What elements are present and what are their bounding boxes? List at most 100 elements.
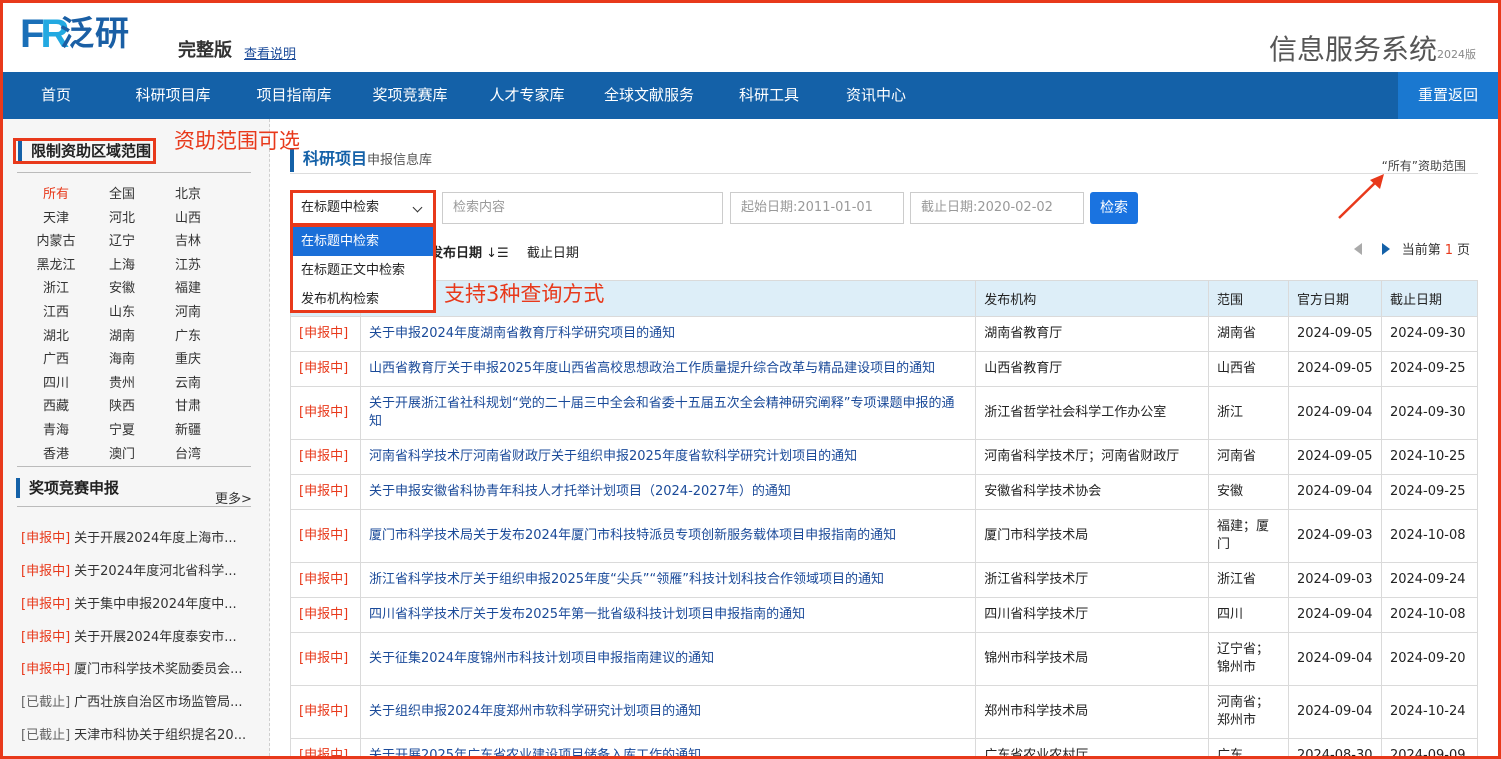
row-org: 湖南省教育厅 xyxy=(975,316,1210,352)
region-item[interactable]: 台湾 xyxy=(155,443,221,462)
table-row[interactable]: [申报中] 关于征集2024年度锦州市科技计划项目申报指南建议的通知 锦州市科学技术… xyxy=(290,632,1479,686)
dropdown-option-org[interactable]: 发布机构检索 xyxy=(293,285,433,314)
row-title-link[interactable]: 关于组织申报2024年度郑州市软科学研究计划项目的通知 xyxy=(359,685,977,739)
table-row[interactable]: [申报中] 关于申报安徽省科协青年科技人才托举计划项目（2024-2027年）的通… xyxy=(290,474,1479,510)
region-item[interactable]: 全国 xyxy=(89,183,155,202)
region-item-all[interactable]: 所有 xyxy=(23,183,89,202)
table-row[interactable]: [申报中] 浙江省科学技术厅关于组织申报2025年度“尖兵”“领雁”科技计划科技合… xyxy=(290,562,1479,598)
start-date-field[interactable]: 起始日期:2011-01-01 xyxy=(730,192,904,224)
row-title-link[interactable]: 关于开展2025年广东省农业建设项目储备入库工作的通知 xyxy=(359,738,977,759)
news-item[interactable]: [申报中] 关于2024年度河北省科学... xyxy=(21,560,261,579)
table-row[interactable]: [申报中] 厦门市科学技术局关于发布2024年厦门市科技特派员专项创新服务载体项目… xyxy=(290,509,1479,563)
row-title-link[interactable]: 关于申报2024年度湖南省教育厅科学研究项目的通知 xyxy=(359,316,977,352)
next-page-icon[interactable] xyxy=(1381,243,1390,255)
region-item[interactable]: 吉林 xyxy=(155,230,221,249)
region-item[interactable]: 天津 xyxy=(23,207,89,226)
region-item[interactable]: 青海 xyxy=(23,419,89,438)
region-title-highlight: 限制资助区域范围 xyxy=(13,138,157,164)
column-header-deadline[interactable]: 截止日期 xyxy=(1380,280,1479,317)
region-item[interactable]: 广东 xyxy=(155,325,221,344)
row-title-link[interactable]: 关于开展浙江省社科规划“党的二十届三中全会和省委十五届五次全会精神研究阐释”专项… xyxy=(359,386,977,440)
table-row[interactable]: [申报中] 山西省教育厅关于申报2025年度山西省高校思想政治工作质量提升综合改革… xyxy=(290,351,1479,387)
prev-page-icon[interactable] xyxy=(1353,243,1362,255)
region-item[interactable]: 山西 xyxy=(155,207,221,226)
region-item[interactable]: 北京 xyxy=(155,183,221,202)
region-item[interactable]: 广西 xyxy=(23,348,89,367)
region-item[interactable]: 浙江 xyxy=(23,277,89,296)
region-item[interactable]: 贵州 xyxy=(89,372,155,391)
region-item[interactable]: 山东 xyxy=(89,301,155,320)
news-item[interactable]: [申报中] 厦门市科学技术奖励委员会... xyxy=(21,658,261,677)
region-item[interactable]: 香港 xyxy=(23,443,89,462)
region-item[interactable]: 黑龙江 xyxy=(23,254,89,273)
row-title-link[interactable]: 浙江省科学技术厅关于组织申报2025年度“尖兵”“领雁”科技计划科技合作领域项目… xyxy=(359,562,977,598)
row-status: [申报中] xyxy=(290,386,361,440)
region-item[interactable]: 福建 xyxy=(155,277,221,296)
region-item[interactable]: 河南 xyxy=(155,301,221,320)
region-item[interactable]: 上海 xyxy=(89,254,155,273)
table-row[interactable]: [申报中] 河南省科学技术厅河南省财政厅关于组织申报2025年度省软科学研究计划项… xyxy=(290,439,1479,475)
row-title-link[interactable]: 关于申报安徽省科协青年科技人才托举计划项目（2024-2027年）的通知 xyxy=(359,474,977,510)
region-item[interactable]: 内蒙古 xyxy=(23,230,89,249)
logo[interactable]: FR 泛研 xyxy=(20,12,144,56)
dropdown-option-fulltext[interactable]: 在标题正文中检索 xyxy=(293,256,433,285)
sort-by-publish-date[interactable]: 发布日期 xyxy=(430,246,482,261)
region-item[interactable]: 江苏 xyxy=(155,254,221,273)
sort-by-deadline[interactable]: 截止日期 xyxy=(527,246,579,261)
region-item[interactable]: 湖南 xyxy=(89,325,155,344)
row-title-link[interactable]: 厦门市科学技术局关于发布2024年厦门市科技特派员专项创新服务载体项目申报指南的… xyxy=(359,509,977,563)
guide-link[interactable]: 查看说明 xyxy=(244,43,296,62)
nav-item-projects[interactable]: 科研项目库 xyxy=(109,72,237,119)
search-button[interactable]: 检索 xyxy=(1090,192,1138,224)
row-title-link[interactable]: 山西省教育厅关于申报2025年度山西省高校思想政治工作质量提升综合改革与精品建设… xyxy=(359,351,977,387)
region-item[interactable]: 海南 xyxy=(89,348,155,367)
nav-item-awards[interactable]: 奖项竞赛库 xyxy=(351,72,469,119)
region-item[interactable]: 四川 xyxy=(23,372,89,391)
region-item[interactable]: 甘肃 xyxy=(155,395,221,414)
region-item[interactable]: 西藏 xyxy=(23,395,89,414)
region-item[interactable]: 湖北 xyxy=(23,325,89,344)
news-item[interactable]: [已截止] 天津市科协关于组织提名20... xyxy=(21,724,261,743)
news-item[interactable]: [申报中] 关于开展2024年度泰安市... xyxy=(21,626,261,645)
region-item[interactable]: 新疆 xyxy=(155,419,221,438)
end-date-field[interactable]: 截止日期:2020-02-02 xyxy=(910,192,1084,224)
row-pub-date: 2024-09-04 xyxy=(1287,685,1382,739)
nav-item-tools[interactable]: 科研工具 xyxy=(713,72,825,119)
row-title-link[interactable]: 关于征集2024年度锦州市科技计划项目申报指南建议的通知 xyxy=(359,632,977,686)
table-row[interactable]: [申报中] 关于申报2024年度湖南省教育厅科学研究项目的通知 湖南省教育厅 湖南省 2… xyxy=(290,316,1479,352)
table-row[interactable]: [申报中] 四川省科学技术厅关于发布2025年第一批省级科技计划项目申报指南的通知… xyxy=(290,597,1479,633)
region-item[interactable]: 重庆 xyxy=(155,348,221,367)
dropdown-option-title[interactable]: 在标题中检索 xyxy=(293,227,433,256)
row-title-link[interactable]: 河南省科学技术厅河南省财政厅关于组织申报2025年度省软科学研究计划项目的通知 xyxy=(359,439,977,475)
column-header-org[interactable]: 发布机构 xyxy=(975,280,1210,317)
reset-button[interactable]: 重置返回 xyxy=(1398,72,1498,119)
more-link[interactable]: 更多> xyxy=(215,488,252,507)
region-item[interactable]: 安徽 xyxy=(89,277,155,296)
column-header-pub-date[interactable]: 官方日期 xyxy=(1287,280,1382,317)
region-item[interactable]: 陕西 xyxy=(89,395,155,414)
search-input[interactable]: 检索内容 xyxy=(442,192,723,224)
row-org: 浙江省哲学社会科学工作办公室 xyxy=(975,386,1210,440)
news-item[interactable]: [已截止] 广西壮族自治区市场监管局... xyxy=(21,691,261,710)
news-item[interactable]: [申报中] 关于集中申报2024年度中... xyxy=(21,593,261,612)
table-row[interactable]: [申报中] 关于开展2025年广东省农业建设项目储备入库工作的通知 广东省农业农村厅… xyxy=(290,738,1479,759)
table-row[interactable]: [申报中] 关于开展浙江省社科规划“党的二十届三中全会和省委十五届五次全会精神研究… xyxy=(290,386,1479,440)
search-mode-select[interactable]: 在标题中检索 xyxy=(290,190,436,226)
row-org: 河南省科学技术厅；河南省财政厅 xyxy=(975,439,1210,475)
nav-item-news[interactable]: 资讯中心 xyxy=(825,72,927,119)
news-item[interactable]: [申报中] 关于开展2024年度上海市... xyxy=(21,527,261,546)
row-title-link[interactable]: 四川省科学技术厅关于发布2025年第一批省级科技计划项目申报指南的通知 xyxy=(359,597,977,633)
nav-item-literature[interactable]: 全球文献服务 xyxy=(585,72,713,119)
region-item[interactable]: 宁夏 xyxy=(89,419,155,438)
nav-item-home[interactable]: 首页 xyxy=(3,72,109,119)
region-item[interactable]: 河北 xyxy=(89,207,155,226)
column-header-scope[interactable]: 范围 xyxy=(1208,280,1289,317)
region-item[interactable]: 澳门 xyxy=(89,443,155,462)
region-item[interactable]: 辽宁 xyxy=(89,230,155,249)
nav-item-guides[interactable]: 项目指南库 xyxy=(237,72,351,119)
region-item[interactable]: 云南 xyxy=(155,372,221,391)
region-item[interactable]: 江西 xyxy=(23,301,89,320)
table-row[interactable]: [申报中] 关于组织申报2024年度郑州市软科学研究计划项目的通知 郑州市科学技术局… xyxy=(290,685,1479,739)
nav-item-experts[interactable]: 人才专家库 xyxy=(469,72,585,119)
sort-desc-icon[interactable]: ↓☰ xyxy=(486,246,509,261)
